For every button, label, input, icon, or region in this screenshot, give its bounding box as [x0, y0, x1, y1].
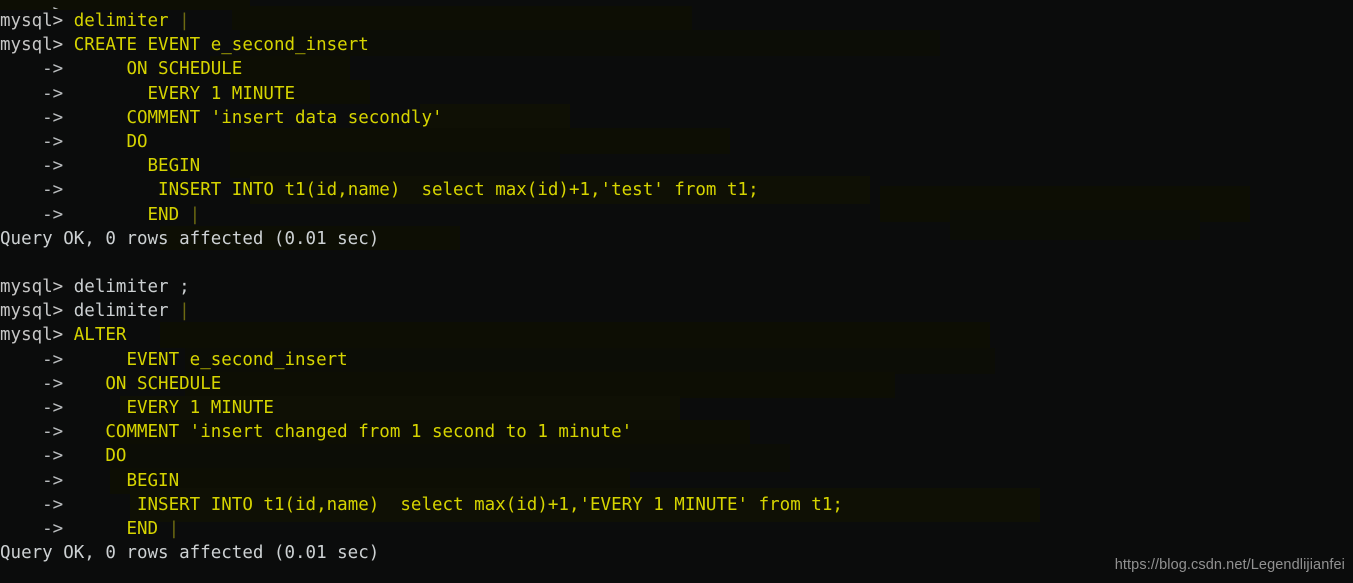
- terminal-line: -> END |: [0, 203, 1353, 227]
- command-text: DO: [73, 446, 127, 467]
- mysql-prompt: mysql>: [0, 35, 74, 56]
- terminal-line: -> INSERT INTO t1(id,name) select max(id…: [0, 493, 1353, 517]
- terminal-line: -> DO: [0, 444, 1353, 468]
- command-text: COMMENT 'insert changed from 1 second to…: [73, 422, 633, 443]
- continuation-arrow: ->: [0, 131, 74, 152]
- mysql-prompt: mysql>: [0, 325, 74, 346]
- command-text: delimiter: [73, 11, 180, 31]
- command-text: delimiter ;: [73, 277, 190, 298]
- command-text: END: [73, 518, 169, 539]
- terminal-output-area: -> mysql> delimiter | mysql> CREATE EVEN…: [0, 0, 1353, 565]
- terminal-line: -> BEGIN: [0, 469, 1353, 493]
- terminal-line: -> ON SCHEDULE: [0, 372, 1353, 396]
- terminal-line: -> ON SCHEDULE: [0, 57, 1353, 81]
- terminal-line: Query OK, 0 rows affected (0.01 sec): [0, 227, 1353, 251]
- cursor-bar: |: [168, 518, 180, 539]
- terminal-line-cutoff: ->: [0, 0, 1353, 9]
- command-text: BEGIN: [73, 156, 201, 177]
- terminal-line: mysql> ALTER: [0, 323, 1353, 347]
- command-text: EVERY 1 MINUTE: [73, 398, 274, 418]
- query-result-text: Query OK, 0 rows affected (0.01 sec): [0, 543, 380, 564]
- continuation-arrow: ->: [0, 349, 74, 370]
- command-text: END: [73, 204, 190, 225]
- command-text: ON SCHEDULE: [73, 373, 222, 394]
- terminal-line: -> COMMENT 'insert data secondly': [0, 106, 1353, 130]
- command-text: DO: [73, 131, 148, 152]
- command-text: ALTER: [73, 325, 127, 346]
- mysql-terminal-window[interactable]: -> mysql> delimiter | mysql> CREATE EVEN…: [0, 0, 1353, 583]
- terminal-line: -> EVERY 1 MINUTE: [0, 396, 1353, 420]
- continuation-arrow: ->: [0, 398, 74, 418]
- query-result-text: Query OK, 0 rows affected (0.01 sec): [0, 228, 380, 249]
- terminal-line: mysql> delimiter |: [0, 9, 1353, 33]
- command-text: BEGIN: [73, 470, 180, 491]
- terminal-line: -> EVERY 1 MINUTE: [0, 82, 1353, 106]
- continuation-arrow: ->: [0, 156, 74, 177]
- cursor-bar: |: [179, 301, 190, 322]
- command-text: INSERT INTO t1(id,name) select max(id)+1…: [73, 180, 759, 201]
- terminal-line: -> END |: [0, 517, 1353, 541]
- command-text: delimiter: [73, 301, 180, 322]
- blog-watermark: https://blog.csdn.net/Legendlijianfei: [1114, 556, 1345, 573]
- cursor-bar: |: [179, 11, 190, 31]
- mysql-prompt: mysql>: [0, 11, 74, 31]
- terminal-line: mysql> delimiter ;: [0, 275, 1353, 299]
- command-text: EVENT e_second_insert: [73, 349, 348, 370]
- continuation-arrow: ->: [0, 518, 74, 539]
- continuation-arrow: ->: [0, 494, 74, 515]
- continuation-arrow: ->: [0, 180, 74, 201]
- continuation-arrow: ->: [0, 2, 63, 9]
- mysql-prompt: mysql>: [0, 301, 74, 322]
- terminal-line: -> EVENT e_second_insert: [0, 348, 1353, 372]
- continuation-arrow: ->: [0, 446, 74, 467]
- command-text: ON SCHEDULE: [73, 59, 243, 80]
- command-text: EVERY 1 MINUTE: [73, 83, 296, 104]
- terminal-line: mysql> delimiter |: [0, 299, 1353, 323]
- continuation-arrow: ->: [0, 373, 74, 394]
- mysql-prompt: mysql>: [0, 277, 74, 298]
- continuation-arrow: ->: [0, 422, 74, 443]
- continuation-arrow: ->: [0, 83, 74, 104]
- terminal-line: -> INSERT INTO t1(id,name) select max(id…: [0, 178, 1353, 202]
- terminal-line: -> COMMENT 'insert changed from 1 second…: [0, 420, 1353, 444]
- terminal-line: mysql> CREATE EVENT e_second_insert: [0, 33, 1353, 57]
- cursor-bar: |: [189, 204, 201, 225]
- continuation-arrow: ->: [0, 59, 74, 80]
- terminal-line: -> BEGIN: [0, 154, 1353, 178]
- continuation-arrow: ->: [0, 107, 74, 128]
- terminal-line: -> DO: [0, 130, 1353, 154]
- command-text: COMMENT 'insert data secondly': [73, 107, 443, 128]
- continuation-arrow: ->: [0, 204, 74, 225]
- command-text: CREATE EVENT e_second_insert: [73, 35, 369, 56]
- continuation-arrow: ->: [0, 470, 74, 491]
- command-text: INSERT INTO t1(id,name) select max(id)+1…: [73, 494, 843, 515]
